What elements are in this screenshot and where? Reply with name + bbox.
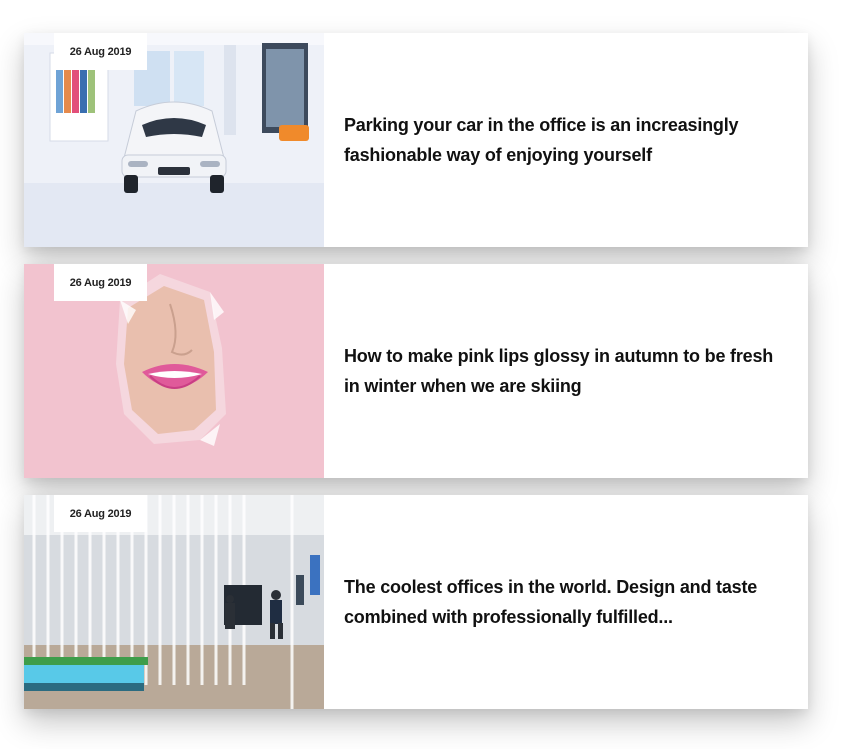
post-card[interactable]: 26 Aug 2019 The coolest offices in the w… [24,495,808,709]
post-card[interactable]: 26 Aug 2019 How to make pink lips glossy… [24,264,808,478]
post-image-office-interior[interactable]: 26 Aug 2019 [24,495,324,709]
post-date-badge: 26 Aug 2019 [54,264,147,301]
post-list: 26 Aug 2019 Parking your car in the offi… [24,33,808,726]
post-title-link[interactable]: The coolest offices in the world. Design… [344,572,788,632]
post-title-link[interactable]: How to make pink lips glossy in autumn t… [344,341,788,401]
post-body: How to make pink lips glossy in autumn t… [324,264,808,478]
post-date-badge: 26 Aug 2019 [54,495,147,532]
post-card[interactable]: 26 Aug 2019 Parking your car in the offi… [24,33,808,247]
post-body: The coolest offices in the world. Design… [324,495,808,709]
post-date-badge: 26 Aug 2019 [54,33,147,70]
post-title-link[interactable]: Parking your car in the office is an inc… [344,110,788,170]
post-body: Parking your car in the office is an inc… [324,33,808,247]
post-image-car-showroom[interactable]: 26 Aug 2019 [24,33,324,247]
post-image-pink-lips[interactable]: 26 Aug 2019 [24,264,324,478]
